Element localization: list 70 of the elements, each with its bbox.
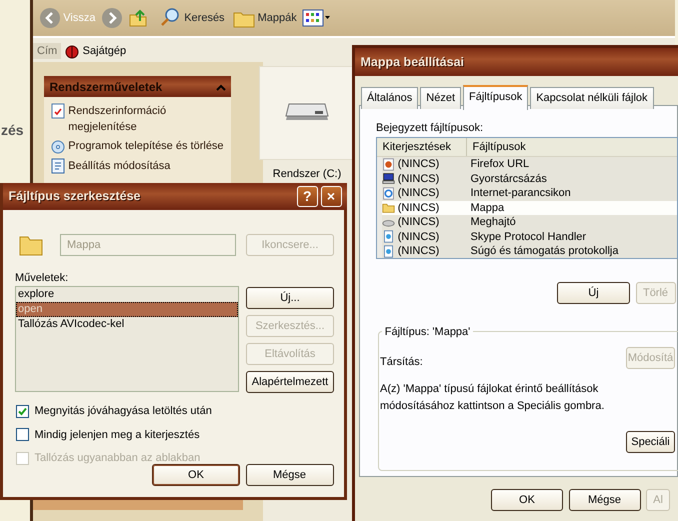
action-button[interactable]: Új... <box>246 287 334 309</box>
actions-label: Műveletek: <box>15 272 68 284</box>
check-mark-icon <box>18 406 27 416</box>
document-icon <box>50 158 66 174</box>
tab[interactable]: Fájltípusok <box>463 85 528 110</box>
computer-icon <box>382 172 395 186</box>
extension-cell-text: (NINCS) <box>398 172 440 186</box>
extension-cell-text: (NINCS) <box>398 157 440 172</box>
list-row[interactable]: (NINCS) Firefox URL <box>382 157 677 172</box>
list-row[interactable]: (NINCS) Skype Protocol Handler <box>382 230 677 244</box>
dialog-title: Fájltípus szerkesztése <box>8 188 141 206</box>
extension-cell-text: (NINCS) <box>398 215 440 230</box>
action-item[interactable]: Tallózás AVIcodec-kel <box>16 317 238 332</box>
tab[interactable]: Kapcsolat nélküli fájlok <box>530 87 654 108</box>
list-row[interactable]: (NINCS) Internet-parancsikon <box>382 186 677 200</box>
type-cell-text: Internet-parancsikon <box>470 186 571 201</box>
help-button[interactable]: ? <box>296 186 318 207</box>
tab[interactable]: Általános <box>361 87 418 108</box>
document-icon <box>50 102 66 118</box>
list-label: Bejegyzett fájltípusok: <box>376 122 484 134</box>
task-link[interactable]: Beállítás módosítása <box>68 158 170 174</box>
type-cell-text: Skype Protocol Handler <box>470 230 586 244</box>
extension-cell-text: (NINCS) <box>398 186 440 201</box>
dialog-button[interactable]: Mégse <box>568 489 640 511</box>
task-link[interactable]: Rendszerinformáció megjelenítése <box>68 102 226 136</box>
views-grid-icon[interactable] <box>302 8 332 28</box>
desktop-label: zés <box>1 122 24 138</box>
list-row[interactable]: (NINCS) Súgó és támogatás protokollja <box>382 244 677 258</box>
checkbox[interactable] <box>16 404 29 418</box>
dialog-button[interactable]: OK <box>152 464 240 486</box>
column-header[interactable]: Fájltípusok <box>467 138 677 156</box>
folders-button[interactable]: Mappák <box>232 8 297 28</box>
folder-icon <box>382 201 395 214</box>
association-label: Társítás: <box>380 356 423 368</box>
document-icon <box>382 230 395 244</box>
checkbox-label: Mindig jelenjen meg a kiterjesztés <box>34 428 200 442</box>
extension-cell-text: (NINCS) <box>398 230 440 244</box>
tab[interactable]: Nézet <box>420 87 462 108</box>
checkbox[interactable] <box>16 428 29 442</box>
extension-cell-text: (NINCS) <box>398 244 440 258</box>
type-cell-text: Súgó és támogatás protokollja <box>470 244 618 258</box>
task-link[interactable]: Programok telepítése és törlése <box>68 138 224 155</box>
address-label: Cím <box>33 42 62 60</box>
window-title: Mappa beállításai <box>360 54 464 71</box>
type-cell-text: Mappa <box>470 200 504 216</box>
dialog-button[interactable]: Mégse <box>246 464 334 486</box>
action-item[interactable]: explore <box>16 287 238 302</box>
type-cell-text: Gyorstárcsázás <box>470 172 547 186</box>
address-value[interactable]: Sajátgép <box>82 42 126 60</box>
list-button[interactable]: Új <box>557 282 630 304</box>
list-row[interactable]: (NINCS) Meghajtó <box>382 215 677 230</box>
extension-cell-text: (NINCS) <box>398 200 440 216</box>
advanced-button[interactable]: Speciáli <box>626 431 675 453</box>
type-cell-text: Meghajtó <box>470 215 516 230</box>
description-text: A(z) 'Mappa' típusú fájlokat érintő beállítások módosításához kattintson a Speciális gombra. <box>380 382 606 414</box>
checkbox-label: Tallózás ugyanabban az ablakban <box>34 451 200 466</box>
type-cell-text: Firefox URL <box>470 157 530 172</box>
dialog-button[interactable]: OK <box>491 489 563 511</box>
document-icon <box>382 244 395 258</box>
web-icon <box>382 186 395 200</box>
disc-icon <box>50 138 66 154</box>
column-header[interactable]: Kiterjesztések <box>377 138 467 156</box>
search-button[interactable]: Keresés <box>159 7 225 29</box>
list-row[interactable]: (NINCS) Mappa <box>382 200 677 215</box>
checkbox-label: Megnyitás jóváhagyása letöltés után <box>34 404 212 419</box>
action-button[interactable]: Alapértelmezett <box>246 371 334 393</box>
group-title: Fájltípus: 'Mappa' <box>382 326 474 338</box>
drive-label[interactable]: Rendszer (C:) <box>272 168 342 180</box>
list-row[interactable]: (NINCS) Gyorstárcsázás <box>382 172 677 186</box>
close-button[interactable]: × <box>320 186 342 207</box>
